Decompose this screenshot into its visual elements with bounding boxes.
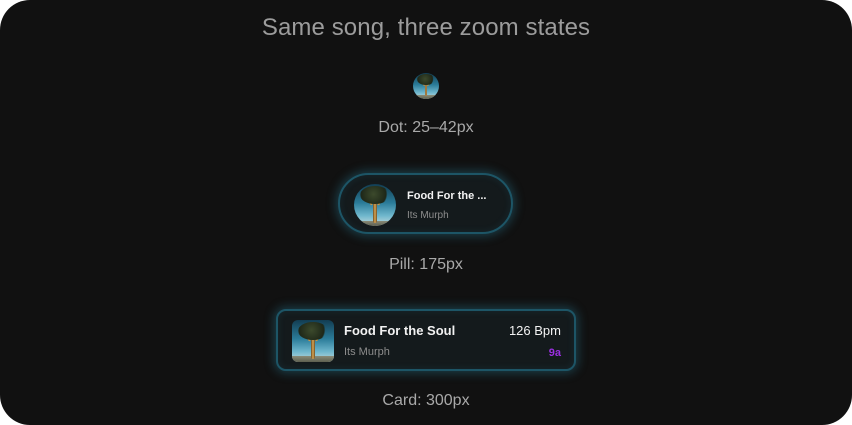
card-artist-name: Its Murph	[344, 346, 390, 358]
pill-artist-name: Its Murph	[407, 210, 449, 221]
zoom-states-panel: Same song, three zoom states Dot: 25–42p…	[0, 0, 852, 425]
pill-caption: Pill: 175px	[389, 256, 463, 273]
card-bpm: 126 Bpm	[508, 323, 561, 338]
page-title: Same song, three zoom states	[261, 14, 591, 41]
card-album-artwork	[292, 320, 334, 362]
card-caption: Card: 300px	[382, 392, 470, 409]
card-player[interactable]: Food For the Soul Its Murph 126 Bpm 9a	[276, 309, 576, 371]
pill-player[interactable]: Food For the ... Its Murph	[338, 173, 513, 234]
card-key-badge: 9a	[548, 347, 561, 359]
card-song-title: Food For the Soul	[344, 323, 456, 338]
pill-song-title: Food For the ...	[407, 190, 487, 202]
dot-caption: Dot: 25–42px	[378, 119, 474, 136]
pill-album-artwork	[354, 184, 396, 226]
dot-album-artwork[interactable]	[413, 73, 439, 99]
